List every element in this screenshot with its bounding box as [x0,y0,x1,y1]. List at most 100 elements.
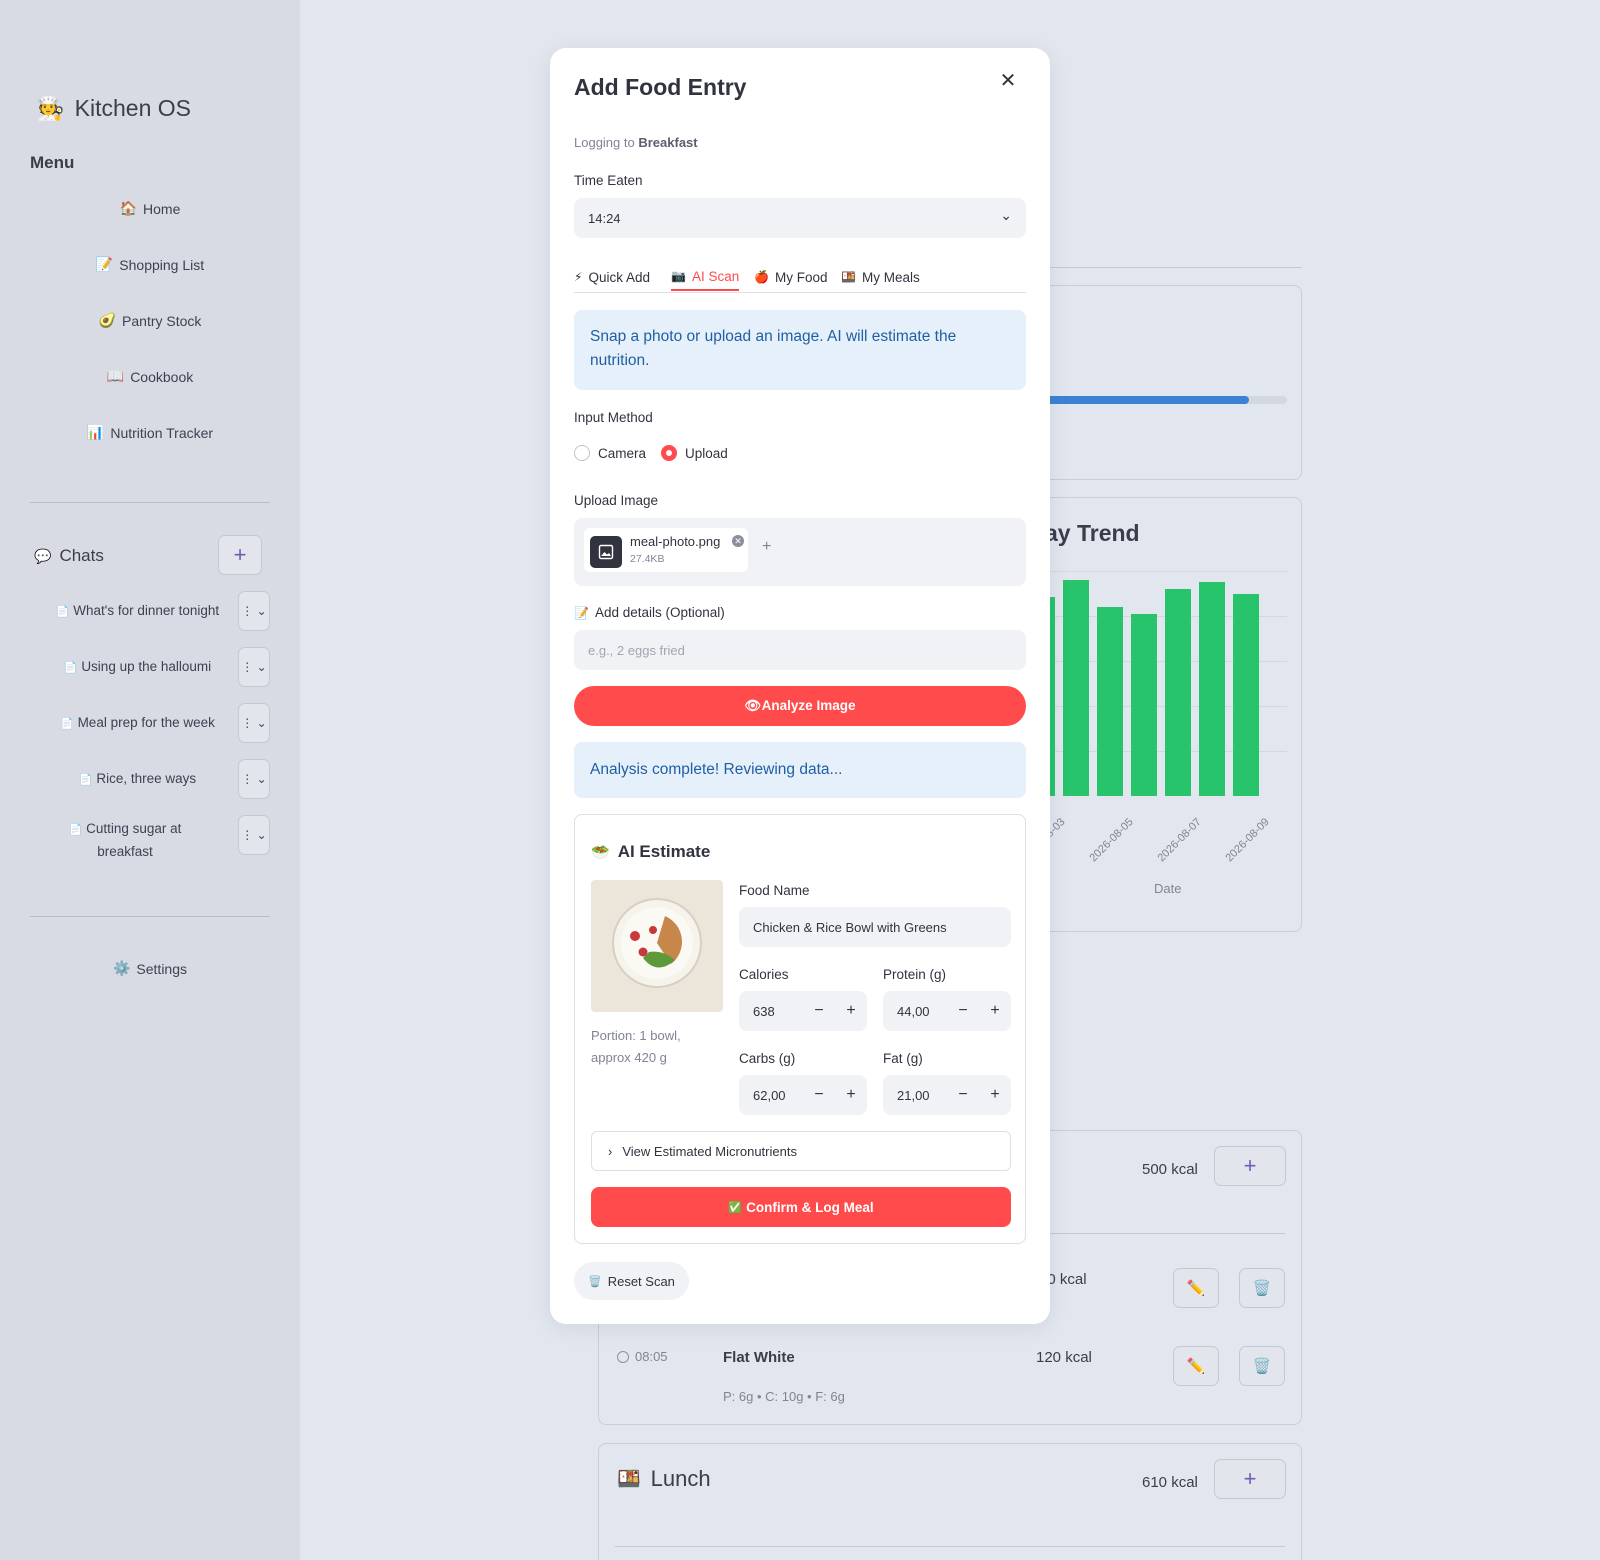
analyze-image-button[interactable]: 👁Analyze Image [574,686,1026,726]
micronutrients-expander[interactable]: › View Estimated Micronutrients [591,1131,1011,1171]
add-file-icon[interactable]: + [762,538,771,556]
more-icon: ⋮ ⌄ [241,828,267,842]
chat-options-button[interactable]: ⋮ ⌄ [238,647,270,687]
chat-options-button[interactable]: ⋮ ⌄ [238,815,270,855]
apple-icon: 🍎 [754,270,769,284]
nav-item-home[interactable]: 🏠 Home [30,200,270,217]
add-lunch-button[interactable]: + [1214,1459,1286,1499]
minus-icon[interactable]: − [947,1002,979,1020]
tab-label: My Food [774,269,828,285]
gridline [1031,571,1287,572]
progress-track [1031,396,1287,404]
chat-item[interactable]: 📄 What's for dinner tonight [40,600,235,623]
tab-my-food[interactable]: 🍎 My Food [754,263,827,291]
delete-entry-button[interactable]: 🗑️ [1239,1268,1285,1308]
lightning-icon: ⚡ [574,270,583,284]
time-eaten-select[interactable]: 14:24 ⌄ [574,198,1026,238]
radio-circle-selected [661,445,677,461]
protein-stepper[interactable]: 44,00 − + [883,991,1011,1031]
nav-item-nutrition-tracker[interactable]: 📊 Nutrition Tracker [30,424,270,441]
fat-stepper[interactable]: 21,00 − + [883,1075,1011,1115]
calories-stepper[interactable]: 638 − + [739,991,867,1031]
minus-icon[interactable]: − [947,1086,979,1104]
x-axis-label: Date [1154,881,1182,896]
chat-item[interactable]: 📄 Rice, three ways [40,768,235,791]
chat-label: Meal prep for the week [77,715,215,730]
trend-bar [1063,580,1089,796]
edit-entry-button[interactable]: ✏️ [1173,1346,1219,1386]
input-method-label: Input Method [574,410,653,425]
plus-icon[interactable]: + [835,1086,867,1104]
reset-label: Reset Scan [607,1273,675,1289]
trend-bar [1131,613,1157,796]
trash-icon: 🗑️ [1252,1358,1272,1375]
plus-icon[interactable]: + [979,1002,1011,1020]
edit-entry-button[interactable]: ✏️ [1173,1268,1219,1308]
plus-icon[interactable]: + [835,1002,867,1020]
minus-icon[interactable]: − [803,1086,835,1104]
remove-file-icon[interactable]: ✕ [732,535,744,547]
pencil-icon: ✏️ [1186,1280,1206,1297]
lunch-title: Lunch [650,1466,711,1491]
radio-camera[interactable]: Camera [574,445,646,461]
more-icon: ⋮ ⌄ [241,660,267,674]
lunch-total-kcal: 610 kcal [1142,1474,1198,1491]
carbs-stepper[interactable]: 62,00 − + [739,1075,867,1115]
chat-options-button[interactable]: ⋮ ⌄ [238,591,270,631]
delete-entry-button[interactable]: 🗑️ [1239,1346,1285,1386]
new-chat-button[interactable]: + [218,535,262,575]
tab-ai-scan[interactable]: 📷 AI Scan [671,263,740,291]
tab-label: Quick Add [588,269,650,285]
details-input[interactable]: e.g., 2 eggs fried [574,630,1026,670]
close-button[interactable]: ✕ [998,70,1018,92]
nav-item-cookbook[interactable]: 📖 Cookbook [30,368,270,385]
radio-upload[interactable]: Upload [661,445,728,461]
settings-button[interactable]: ⚙️ Settings [30,960,270,977]
entry-tabs: ⚡ Quick Add 📷 AI Scan 🍎 My Food 🍱 My Mea… [574,263,1026,293]
chat-options-button[interactable]: ⋮ ⌄ [238,759,270,799]
add-breakfast-button[interactable]: + [1214,1146,1286,1186]
confirm-log-meal-button[interactable]: ✅ Confirm & Log Meal [591,1187,1011,1227]
scan-info-alert: Snap a photo or upload an image. AI will… [574,310,1026,390]
tab-my-meals[interactable]: 🍱 My Meals [841,263,920,291]
fat-label: Fat (g) [883,1051,923,1066]
food-name-input[interactable]: Chicken & Rice Bowl with Greens [739,907,1011,947]
document-icon: 📄 [78,774,93,786]
radio-circle [574,445,590,461]
chat-item[interactable]: 📄 Meal prep for the week [40,712,235,735]
file-uploader[interactable]: meal-photo.png 27.4KB ✕ + [574,518,1026,586]
chat-item[interactable]: 📄 Cutting sugar at breakfast [60,818,190,863]
speech-bubble-icon: 💬 [34,547,52,564]
nav-item-pantry-stock[interactable]: 🥑 Pantry Stock [30,312,270,329]
bento-icon: 🍱 [617,1469,641,1490]
chat-item[interactable]: 📄 Using up the halloumi [40,656,235,679]
chef-icon: 🧑‍🍳 [36,95,65,121]
nav-item-shopping-list[interactable]: 📝 Shopping List [30,256,270,273]
plus-icon[interactable]: + [979,1086,1011,1104]
chart-icon: 📊 [86,424,105,440]
tab-quick-add[interactable]: ⚡ Quick Add [574,263,650,291]
chevron-down-icon: ⌄ [1000,206,1012,223]
bento-icon: 🍱 [841,270,856,284]
radio-label: Upload [685,445,728,461]
nav-label: Shopping List [119,256,205,273]
minus-icon[interactable]: − [803,1002,835,1020]
avocado-icon: 🥑 [98,312,117,328]
chat-options-button[interactable]: ⋮ ⌄ [238,703,270,743]
reset-scan-button[interactable]: 🗑️ Reset Scan [574,1262,689,1300]
details-label-text: Add details (Optional) [594,605,725,620]
more-icon: ⋮ ⌄ [241,604,267,618]
tab-label: My Meals [861,269,920,285]
camera-icon: 📷 [671,269,686,283]
fat-value: 21,00 [897,1087,930,1103]
salad-icon: 🥗 [591,844,610,861]
trend-plot [1011,568,1303,803]
sidebar: 🧑‍🍳 Kitchen OS Menu 🏠 Home 📝 Shopping Li… [0,0,300,1560]
protein-value: 44,00 [897,1003,930,1019]
nav-label: Nutrition Tracker [110,424,214,441]
document-icon: 📄 [63,662,78,674]
trend-bar [1097,607,1123,796]
file-name: meal-photo.png [630,534,721,549]
sidebar-divider [30,916,270,917]
protein-label: Protein (g) [883,967,947,982]
